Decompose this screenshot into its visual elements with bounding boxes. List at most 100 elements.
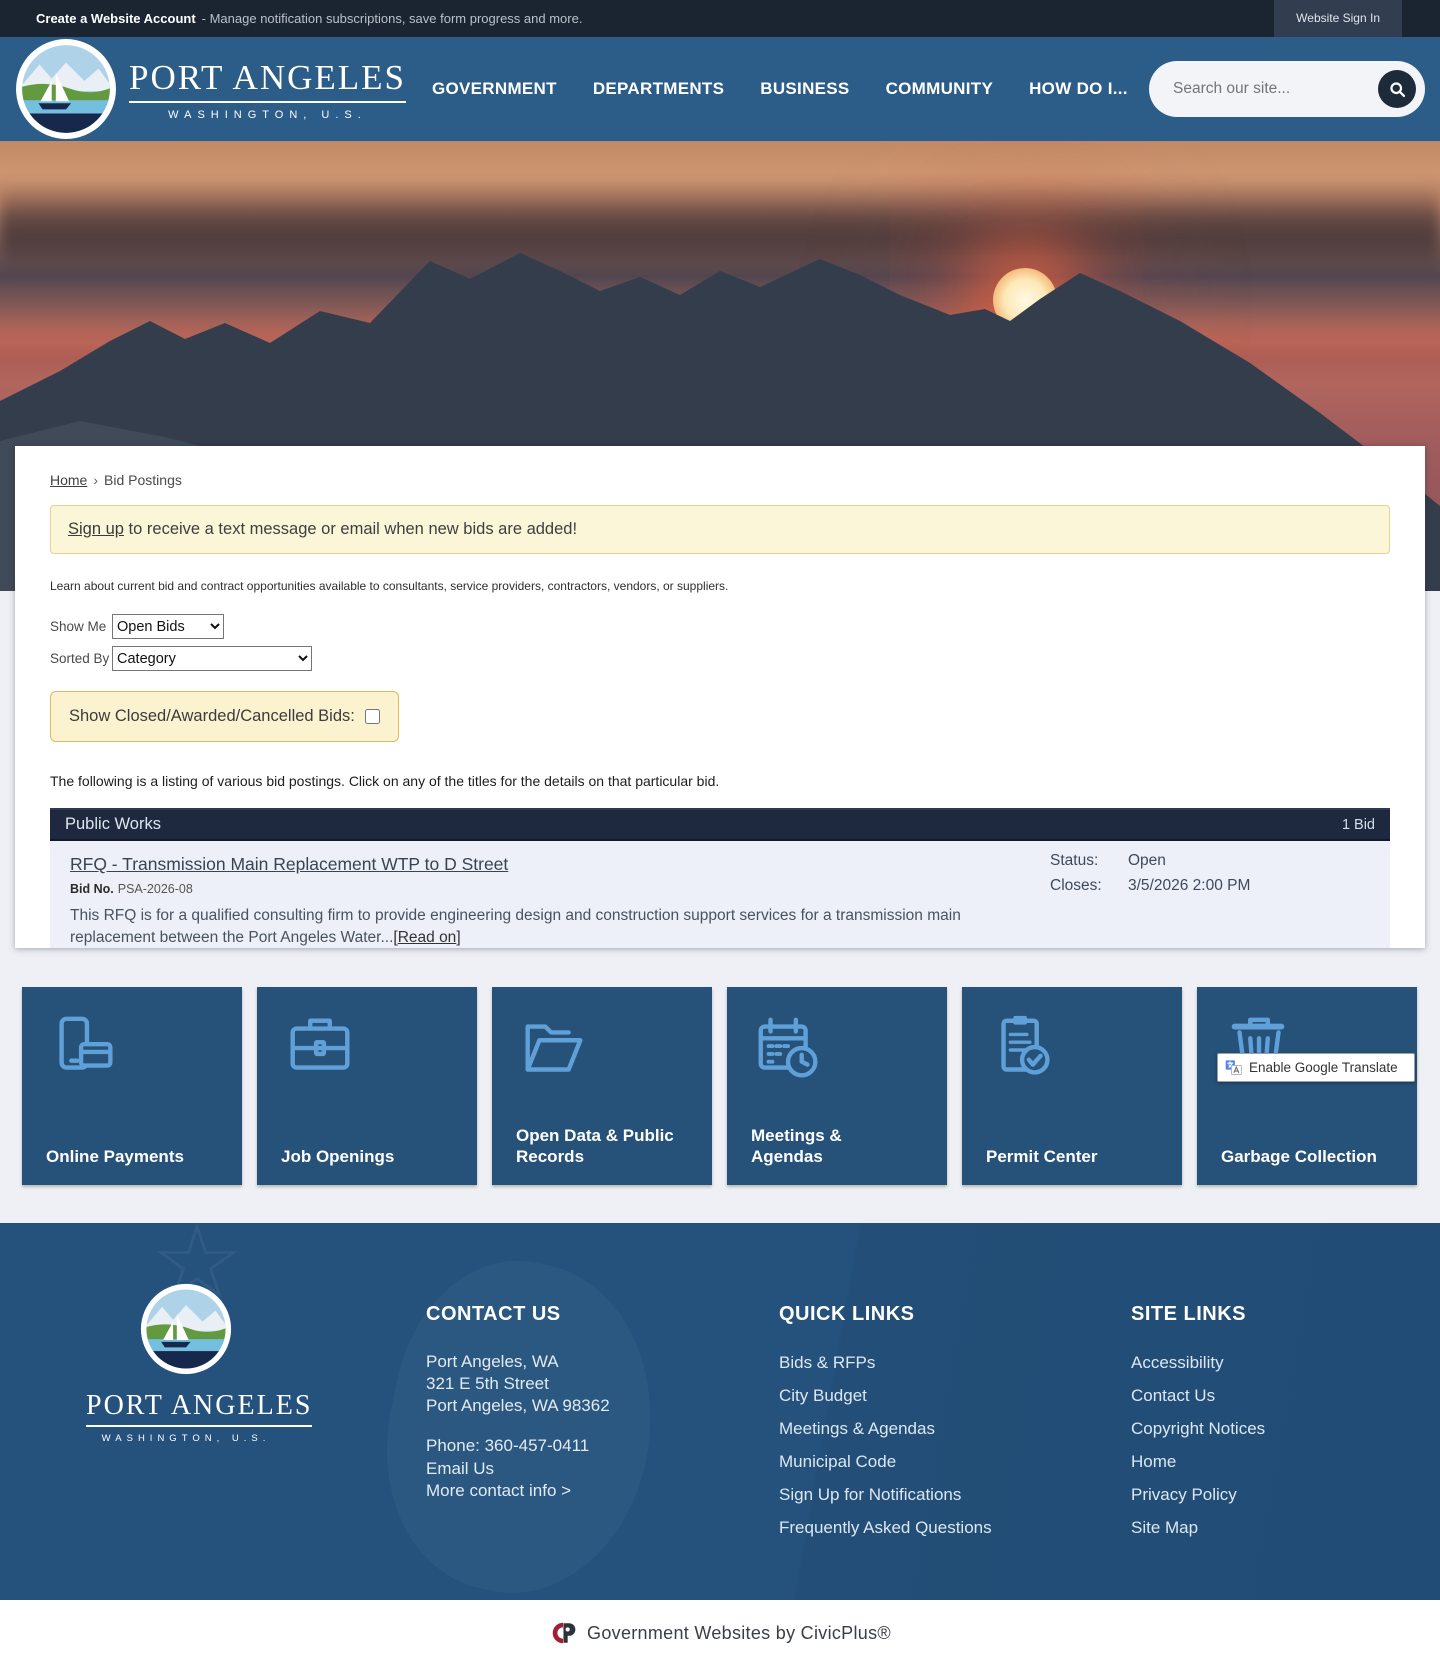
tile-garbage-collection[interactable]: Garbage Collection Enable Google Transla… <box>1197 987 1417 1185</box>
status-value: Open <box>1128 852 1166 869</box>
breadcrumb-current: Bid Postings <box>104 472 182 488</box>
footer-logo: PORT ANGELES WASHINGTON, U.S. <box>86 1283 313 1444</box>
quick-links-heading: QUICK LINKS <box>779 1303 915 1325</box>
civicplus-credit-link[interactable]: Government Websites by CivicPlus® <box>587 1623 891 1644</box>
show-me-label: Show Me <box>50 619 107 634</box>
open-folder-icon <box>525 1024 583 1072</box>
show-closed-box: Show Closed/Awarded/Cancelled Bids: <box>50 691 399 742</box>
website-sign-in-button[interactable]: Website Sign In <box>1274 0 1402 37</box>
port-angeles-emblem-icon <box>16 39 116 139</box>
footer-quick-links-section: QUICK LINKS Bids & RFPs City Budget Meet… <box>779 1303 992 1551</box>
primary-navigation: GOVERNMENT DEPARTMENTS BUSINESS COMMUNIT… <box>432 79 1128 99</box>
search-icon <box>1389 81 1405 97</box>
footer: ☆ PORT ANGELES WASHINGTON, U.S. CONTACT … <box>0 1223 1440 1600</box>
site-search <box>1149 61 1425 117</box>
tile-permit-center[interactable]: Permit Center <box>962 987 1182 1185</box>
show-me-select[interactable]: Open Bids <box>112 614 224 639</box>
category-bid-count: 1 Bid <box>1341 816 1375 833</box>
brand-wordmark: PORT ANGELES <box>129 58 406 103</box>
create-account-link[interactable]: Create a Website Account <box>36 11 196 26</box>
quick-link-faq[interactable]: Frequently Asked Questions <box>779 1518 992 1538</box>
site-link-accessibility[interactable]: Accessibility <box>1131 1353 1265 1373</box>
footer-tagline: WASHINGTON, U.S. <box>101 1433 271 1444</box>
account-description: - Manage notification subscriptions, sav… <box>201 11 583 26</box>
tile-label: Open Data & Public Records <box>516 1125 674 1167</box>
tile-label: Garbage Collection <box>1221 1147 1377 1167</box>
main-navbar: PORT ANGELES WASHINGTON, U.S. GOVERNMENT… <box>0 37 1440 141</box>
enable-google-translate-label: Enable Google Translate <box>1249 1060 1398 1075</box>
bid-row: RFQ - Transmission Main Replacement WTP … <box>50 841 1390 948</box>
contact-city: Port Angeles, WA <box>426 1352 559 1371</box>
footer-wordmark: PORT ANGELES <box>86 1390 313 1427</box>
breadcrumb: Home › Bid Postings <box>50 472 1390 488</box>
site-link-contact-us[interactable]: Contact Us <box>1131 1386 1265 1406</box>
bid-number-value: PSA-2026-08 <box>117 882 193 896</box>
nav-item-how-do-i[interactable]: HOW DO I... <box>1029 79 1128 99</box>
closes-value: 3/5/2026 2:00 PM <box>1128 877 1251 894</box>
site-link-home[interactable]: Home <box>1131 1452 1265 1472</box>
listing-note: The following is a listing of various bi… <box>50 773 720 789</box>
tile-label: Permit Center <box>986 1147 1098 1167</box>
site-link-site-map[interactable]: Site Map <box>1131 1518 1265 1538</box>
quick-link-city-budget[interactable]: City Budget <box>779 1386 992 1406</box>
sorted-by-label: Sorted By <box>50 651 110 666</box>
tile-label: Online Payments <box>46 1147 184 1167</box>
quick-link-sign-up-notifications[interactable]: Sign Up for Notifications <box>779 1485 992 1505</box>
bid-number-label: Bid No. <box>70 882 114 896</box>
nav-item-government[interactable]: GOVERNMENT <box>432 79 557 99</box>
civicplus-logo-icon <box>552 1622 576 1644</box>
contact-city-zip: Port Angeles, WA 98362 <box>426 1396 610 1415</box>
google-translate-icon <box>1225 1060 1242 1075</box>
tile-label: Meetings & Agendas <box>751 1125 842 1167</box>
payment-icon <box>59 1016 113 1070</box>
quick-link-municipal-code[interactable]: Municipal Code <box>779 1452 992 1472</box>
content-card: Home › Bid Postings Sign up to receive a t… <box>15 446 1425 948</box>
bid-description-text: This RFQ is for a qualified consulting f… <box>70 907 961 946</box>
email-us-link[interactable]: Email Us <box>426 1459 610 1478</box>
read-on-bracket-close: ] <box>456 929 461 946</box>
contact-street: 321 E 5th Street <box>426 1374 549 1393</box>
bid-description: This RFQ is for a qualified consulting f… <box>70 905 995 948</box>
footer-contact-section: CONTACT US Port Angeles, WA 321 E 5th St… <box>426 1303 610 1503</box>
tile-online-payments[interactable]: Online Payments <box>22 987 242 1185</box>
nav-item-community[interactable]: COMMUNITY <box>886 79 994 99</box>
show-closed-label: Show Closed/Awarded/Cancelled Bids: <box>69 707 355 725</box>
brand-text: PORT ANGELES WASHINGTON, U.S. <box>129 58 406 121</box>
status-label: Status: <box>1050 852 1099 869</box>
signup-link[interactable]: Sign up <box>68 520 124 538</box>
tile-label: Job Openings <box>281 1147 395 1167</box>
enable-google-translate-button[interactable]: Enable Google Translate <box>1217 1053 1415 1082</box>
quick-link-meetings-agendas[interactable]: Meetings & Agendas <box>779 1419 992 1439</box>
clipboard-check-icon <box>1001 1015 1050 1075</box>
breadcrumb-separator: › <box>93 472 99 488</box>
breadcrumb-home-link[interactable]: Home <box>50 472 87 488</box>
category-name: Public Works <box>65 815 161 833</box>
site-link-privacy-policy[interactable]: Privacy Policy <box>1131 1485 1265 1505</box>
show-closed-checkbox[interactable] <box>364 709 380 724</box>
signup-banner-text: to receive a text message or email when … <box>123 520 578 538</box>
read-on-link[interactable]: Read on <box>398 929 457 946</box>
search-button[interactable] <box>1378 70 1416 108</box>
site-links-heading: SITE LINKS <box>1131 1303 1247 1325</box>
bid-title-link[interactable]: RFQ - Transmission Main Replacement WTP … <box>70 854 508 874</box>
contact-phone: Phone: 360-457-0411 <box>426 1436 590 1455</box>
nav-item-departments[interactable]: DEPARTMENTS <box>593 79 724 99</box>
site-link-copyright-notices[interactable]: Copyright Notices <box>1131 1419 1265 1439</box>
quick-link-bids-rfps[interactable]: Bids & RFPs <box>779 1353 992 1373</box>
calendar-clock-icon <box>758 1017 818 1078</box>
sorted-by-select[interactable]: Category <box>112 646 312 671</box>
contact-us-heading: CONTACT US <box>426 1303 561 1325</box>
bid-status-block: Status: Open Closes: 3/5/2026 2:00 PM <box>1050 852 1250 895</box>
tile-meetings-agendas[interactable]: Meetings & Agendas <box>727 987 947 1185</box>
more-contact-info-link[interactable]: More contact info > <box>426 1481 610 1500</box>
tile-job-openings[interactable]: Job Openings <box>257 987 477 1185</box>
civicplus-bar: Government Websites by CivicPlus® <box>0 1600 1440 1666</box>
nav-item-business[interactable]: BUSINESS <box>760 79 849 99</box>
tile-open-data-public-records[interactable]: Open Data & Public Records <box>492 987 712 1185</box>
intro-text: Learn about current bid and contract opp… <box>50 579 729 593</box>
briefcase-icon <box>290 1018 350 1070</box>
utility-bar: Create a Website Account - Manage notifi… <box>0 0 1440 37</box>
footer-site-links-section: SITE LINKS Accessibility Contact Us Copy… <box>1131 1303 1265 1551</box>
port-angeles-emblem-icon <box>140 1283 232 1375</box>
site-logo[interactable]: PORT ANGELES WASHINGTON, U.S. <box>15 38 406 140</box>
